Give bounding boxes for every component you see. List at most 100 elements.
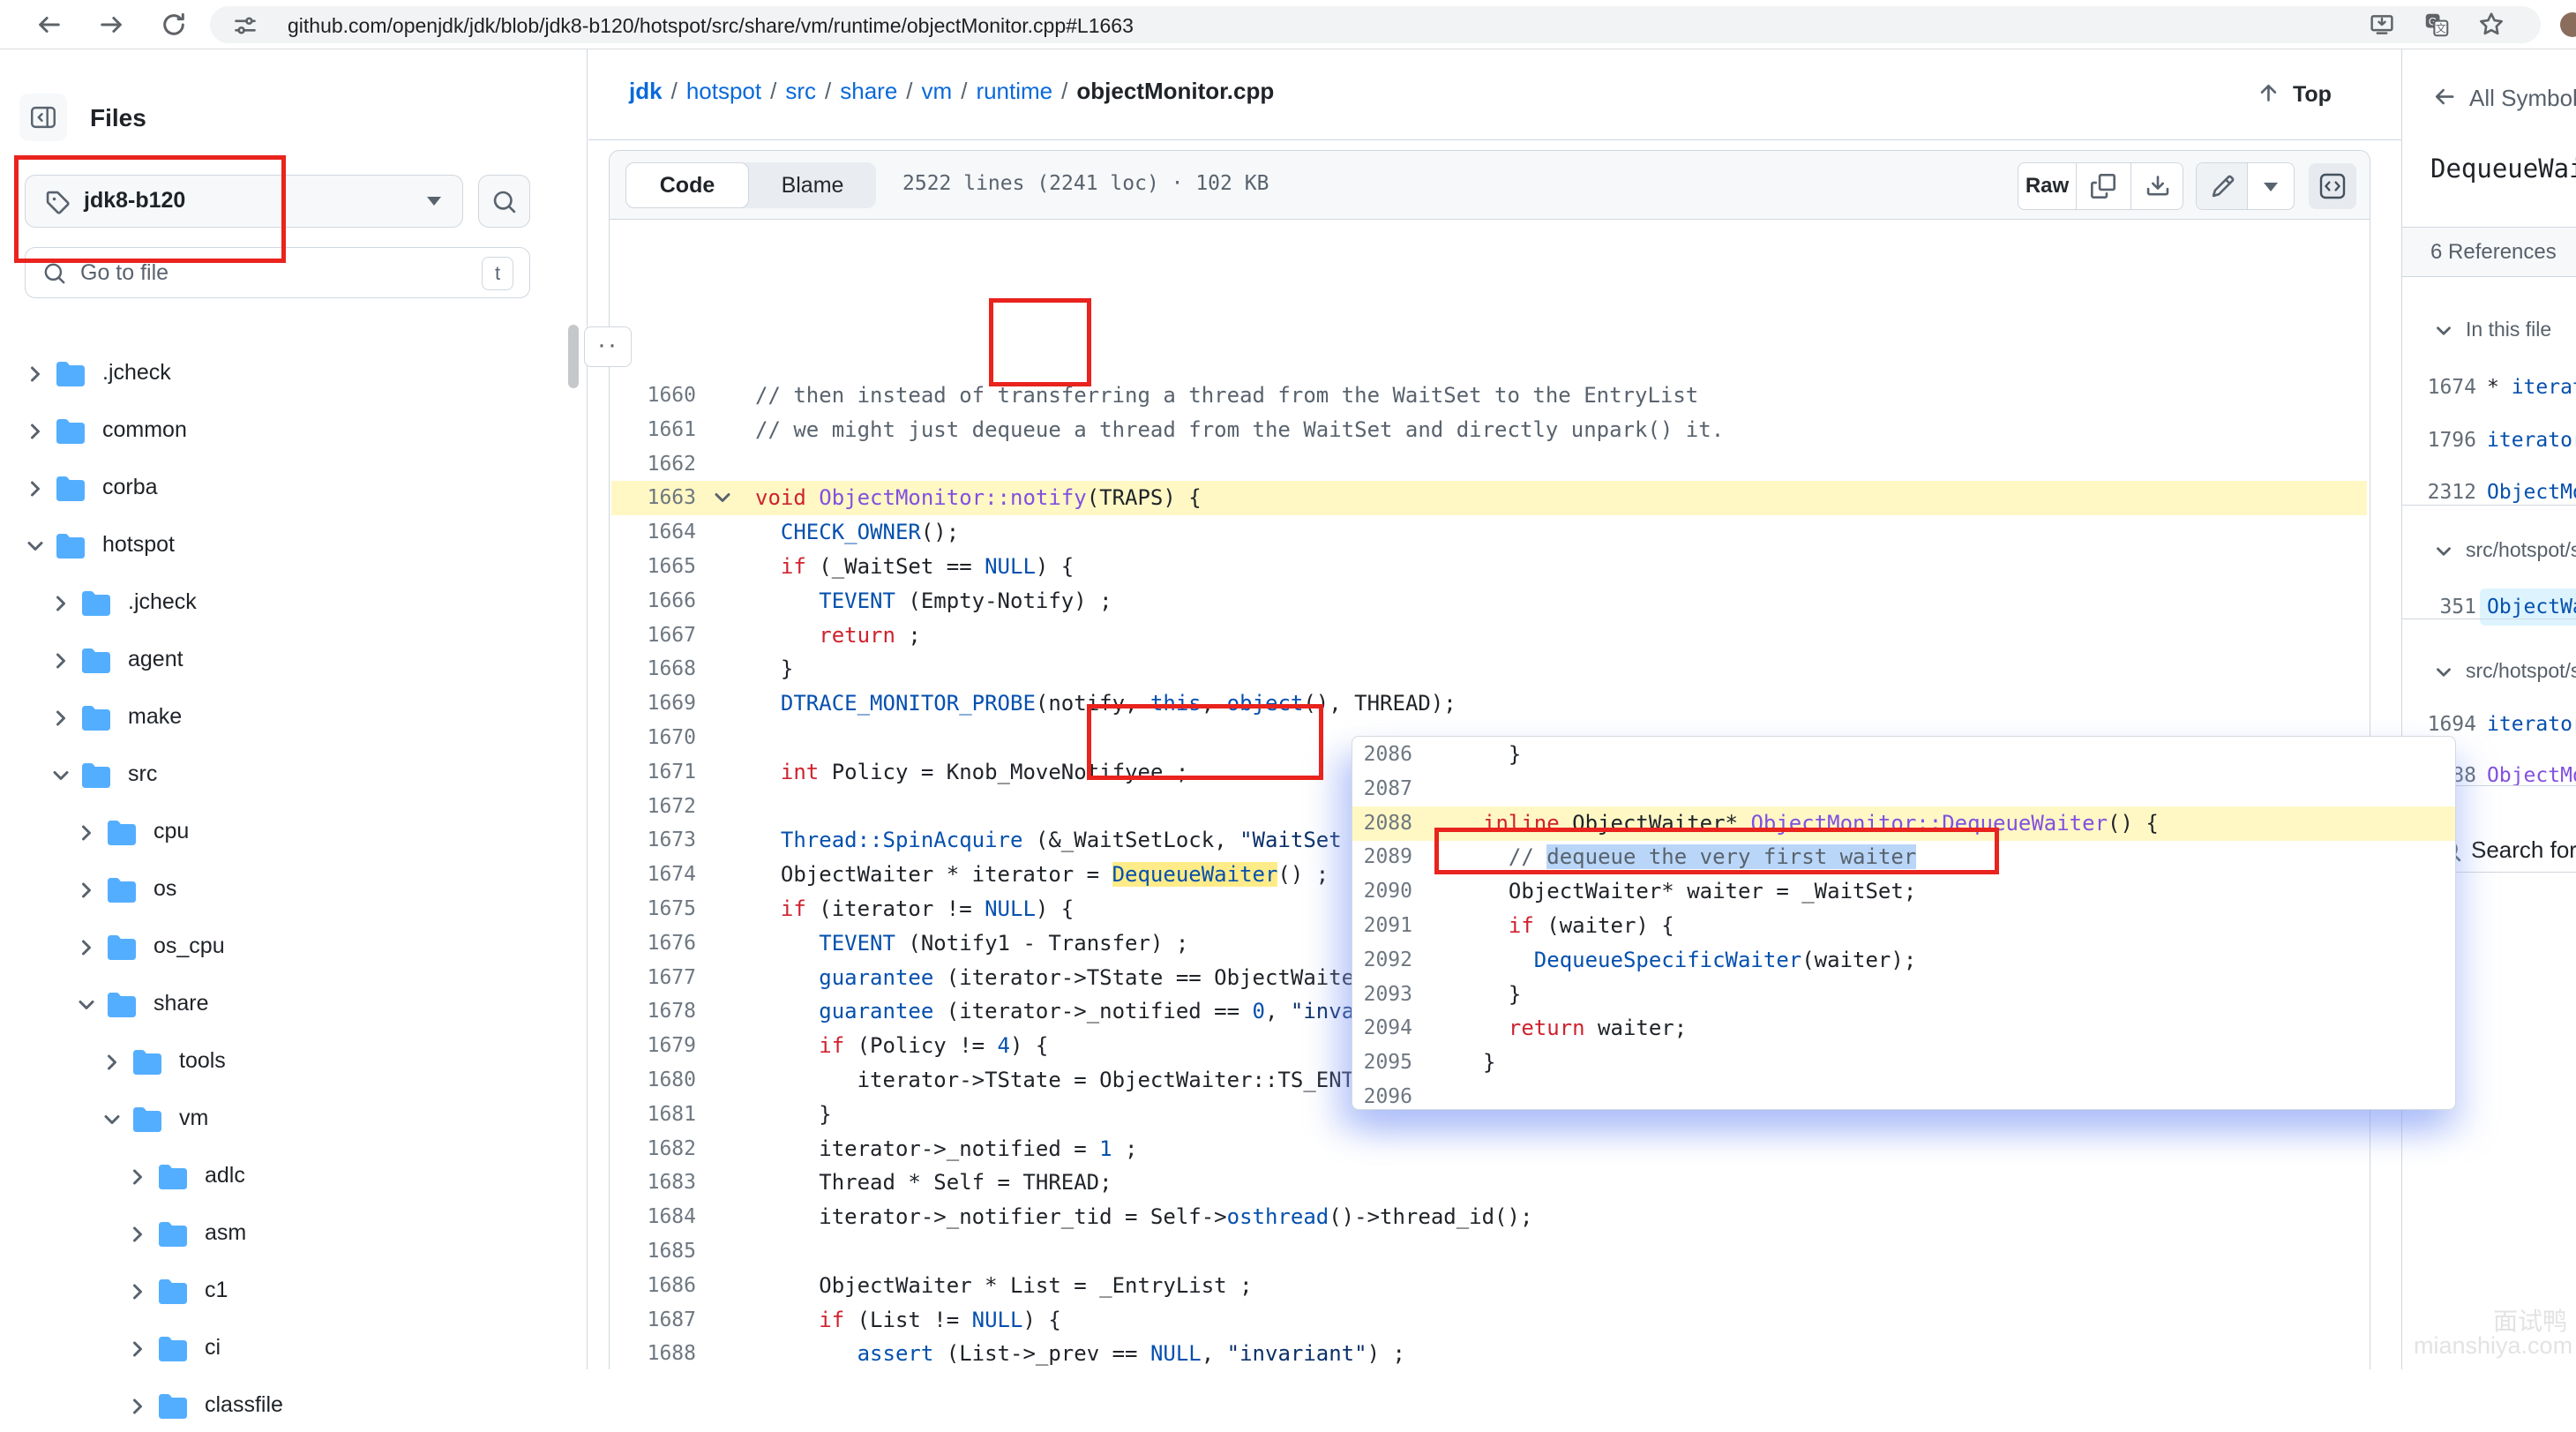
tree-item-adlc[interactable]: adlc xyxy=(9,1151,556,1203)
chevron-down-icon[interactable] xyxy=(74,993,99,1017)
tree-item-make[interactable]: make xyxy=(9,693,556,744)
fold-chevron-icon[interactable] xyxy=(710,485,735,510)
references-section-0[interactable]: In this file xyxy=(2402,311,2576,355)
tree-item-.jcheck[interactable]: .jcheck xyxy=(9,349,556,400)
line-number-1670[interactable]: 1670 xyxy=(611,721,696,755)
tree-item-tools[interactable]: tools xyxy=(9,1037,556,1088)
tree-item-classfile[interactable]: classfile xyxy=(9,1381,556,1432)
tree-item-src[interactable]: src xyxy=(9,750,556,801)
definition-preview-popup[interactable]: 2086 }20872088inline ObjectWaiter* Objec… xyxy=(1352,736,2456,1110)
line-number-1668[interactable]: 1668 xyxy=(611,652,696,686)
chevron-right-icon[interactable] xyxy=(49,591,73,616)
address-bar[interactable]: github.com/openjdk/jdk/blob/jdk8-b120/ho… xyxy=(210,6,2541,43)
breadcrumb-dir[interactable]: src xyxy=(785,78,816,104)
chevron-right-icon[interactable] xyxy=(49,706,73,731)
line-number-2095[interactable]: 2095 xyxy=(1358,1046,1412,1080)
tree-item-os[interactable]: os xyxy=(9,865,556,916)
url-text[interactable]: github.com/openjdk/jdk/blob/jdk8-b120/ho… xyxy=(288,14,1134,38)
breadcrumb-repo[interactable]: jdk xyxy=(629,78,663,104)
line-number-1661[interactable]: 1661 xyxy=(611,413,696,447)
tree-item-agent[interactable]: agent xyxy=(9,635,556,686)
line-number-2087[interactable]: 2087 xyxy=(1358,772,1412,806)
collapse-sidebar-button[interactable] xyxy=(19,94,67,141)
line-number-2092[interactable]: 2092 xyxy=(1358,943,1412,978)
back-icon[interactable] xyxy=(35,11,62,38)
tab-blame[interactable]: Blame xyxy=(749,162,876,208)
line-number-1663[interactable]: 1663 xyxy=(611,481,696,515)
line-number-2094[interactable]: 2094 xyxy=(1358,1011,1412,1046)
copy-button[interactable] xyxy=(2077,163,2131,209)
line-number-1675[interactable]: 1675 xyxy=(611,892,696,926)
download-button[interactable] xyxy=(2131,163,2184,209)
refresh-icon[interactable] xyxy=(161,11,187,38)
line-number-1685[interactable]: 1685 xyxy=(611,1234,696,1269)
breadcrumb-dir[interactable]: hotspot xyxy=(686,78,761,104)
chevron-right-icon[interactable] xyxy=(125,1337,150,1361)
code-section-menu-button[interactable]: ·· xyxy=(584,326,632,367)
references-section-2[interactable]: src/hotspot/s xyxy=(2402,652,2576,696)
line-number-1667[interactable]: 1667 xyxy=(611,619,696,653)
raw-button[interactable]: Raw xyxy=(2018,163,2077,209)
line-number-2088[interactable]: 2088 xyxy=(1358,806,1412,841)
line-number-1676[interactable]: 1676 xyxy=(611,926,696,961)
chevron-right-icon[interactable] xyxy=(100,1050,124,1075)
forward-icon[interactable] xyxy=(99,11,125,38)
line-number-2091[interactable]: 2091 xyxy=(1358,909,1412,943)
tree-item-common[interactable]: common xyxy=(9,406,556,457)
line-number-1682[interactable]: 1682 xyxy=(611,1132,696,1166)
reference-row-line-1796[interactable]: 1796iterator = De xyxy=(2402,422,2576,459)
line-number-1684[interactable]: 1684 xyxy=(611,1200,696,1234)
chevron-right-icon[interactable] xyxy=(125,1279,150,1304)
symbols-panel-toggle-button[interactable] xyxy=(2309,163,2356,209)
line-number-1688[interactable]: 1688 xyxy=(611,1337,696,1369)
chevron-right-icon[interactable] xyxy=(125,1165,150,1189)
breadcrumb-dir[interactable]: runtime xyxy=(976,78,1052,104)
tree-item-c1[interactable]: c1 xyxy=(9,1266,556,1317)
sidebar-scrollbar[interactable] xyxy=(568,325,579,388)
line-number-1665[interactable]: 1665 xyxy=(611,550,696,584)
chevron-right-icon[interactable] xyxy=(23,476,48,501)
chevron-down-icon[interactable] xyxy=(100,1107,124,1132)
bookmark-star-icon[interactable] xyxy=(2479,12,2504,37)
line-number-1666[interactable]: 1666 xyxy=(611,584,696,619)
line-number-1683[interactable]: 1683 xyxy=(611,1166,696,1200)
breadcrumb-dir[interactable]: vm xyxy=(922,78,953,104)
chevron-right-icon[interactable] xyxy=(74,821,99,845)
line-number-1687[interactable]: 1687 xyxy=(611,1303,696,1338)
breadcrumb-dir[interactable]: share xyxy=(840,78,897,104)
tree-search-button[interactable] xyxy=(478,175,530,228)
references-section-1[interactable]: src/hotspot/s xyxy=(2402,531,2576,575)
reference-row-line-351[interactable]: 351ObjectWaiter* xyxy=(2402,589,2576,626)
tree-item-share[interactable]: share xyxy=(9,979,556,1031)
chevron-right-icon[interactable] xyxy=(125,1394,150,1419)
tree-item-ci[interactable]: ci xyxy=(9,1323,556,1375)
tree-item-asm[interactable]: asm xyxy=(9,1209,556,1260)
line-number-1673[interactable]: 1673 xyxy=(611,823,696,858)
line-number-1674[interactable]: 1674 xyxy=(611,858,696,892)
chevron-right-icon[interactable] xyxy=(23,362,48,386)
line-number-1669[interactable]: 1669 xyxy=(611,686,696,721)
line-number-2090[interactable]: 2090 xyxy=(1358,874,1412,909)
translate-icon[interactable]: G文 xyxy=(2424,12,2449,37)
line-number-1679[interactable]: 1679 xyxy=(611,1029,696,1063)
chevron-right-icon[interactable] xyxy=(49,649,73,673)
chevron-right-icon[interactable] xyxy=(125,1222,150,1247)
tree-item-os_cpu[interactable]: os_cpu xyxy=(9,922,556,973)
references-tab[interactable]: 6 References xyxy=(2402,227,2576,277)
line-number-2086[interactable]: 2086 xyxy=(1358,738,1412,772)
highlighted-symbol[interactable]: DequeueWaiter xyxy=(1112,862,1278,887)
tree-item-corba[interactable]: corba xyxy=(9,463,556,514)
site-settings-icon[interactable] xyxy=(233,13,258,38)
tree-item-hotspot[interactable]: hotspot xyxy=(9,521,556,572)
line-number-1686[interactable]: 1686 xyxy=(611,1269,696,1303)
profile-avatar[interactable] xyxy=(2560,12,2576,37)
install-app-icon[interactable] xyxy=(2370,12,2394,37)
line-number-2089[interactable]: 2089 xyxy=(1358,840,1412,874)
line-number-1678[interactable]: 1678 xyxy=(611,994,696,1029)
line-number-1681[interactable]: 1681 xyxy=(611,1098,696,1132)
line-number-1660[interactable]: 1660 xyxy=(611,379,696,413)
reference-row-line-1674[interactable]: 1674* iterator = De xyxy=(2402,369,2576,406)
line-number-1671[interactable]: 1671 xyxy=(611,755,696,790)
tree-item-.jcheck[interactable]: .jcheck xyxy=(9,578,556,629)
tree-item-cpu[interactable]: cpu xyxy=(9,807,556,858)
